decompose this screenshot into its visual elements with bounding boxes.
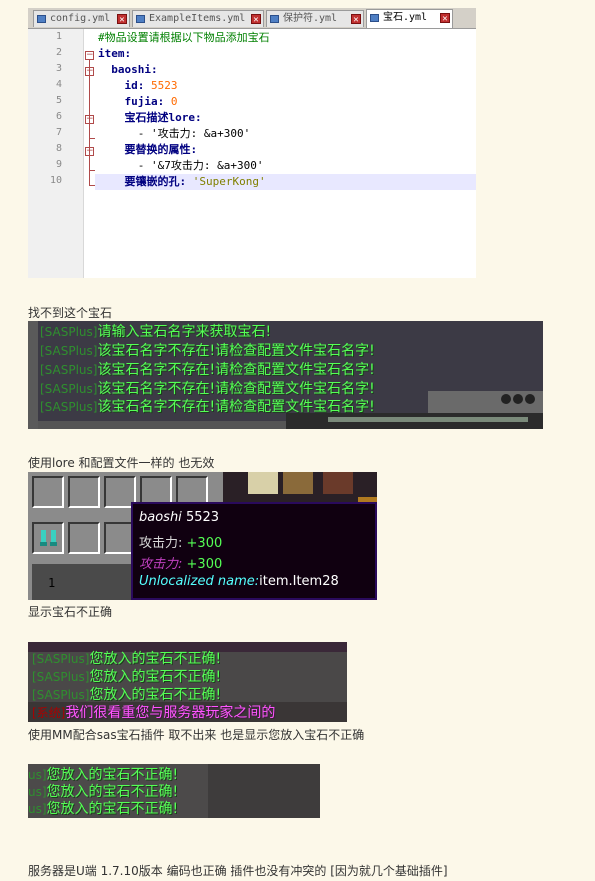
code-line: - '攻击力: &a+300': [98, 126, 250, 142]
line-number: 7: [55, 127, 62, 138]
tooltip-unlocalized: Unlocalized name:item.Item28: [139, 574, 339, 589]
chat-screenshot-2: [SASPlus]您放入的宝石不正确! [SASPlus]您放入的宝石不正确! …: [28, 642, 347, 722]
hotbar-slot-number: 1: [48, 576, 56, 590]
tab-exampleitems-yml[interactable]: ExampleItems.yml ✕: [132, 10, 264, 27]
caption-lore-invalid: 使用lore 和配置文件一样的 也无效: [28, 456, 215, 470]
close-icon[interactable]: ✕: [351, 14, 361, 25]
line-number: 3: [55, 63, 62, 74]
tab-protection-yml[interactable]: 保护符.yml ✕: [266, 10, 364, 27]
code-token: #物品设置请根据以下物品添加宝石: [98, 31, 270, 44]
file-icon: [270, 15, 279, 23]
chat-line-system: [系统]我们很看重您与服务器玩家之间的: [32, 705, 276, 721]
code-line: baoshi:: [98, 62, 158, 78]
chat-line: [SASPlus]该宝石名字不存在!请检查配置文件宝石名字!: [40, 343, 375, 359]
line-number: 5: [55, 95, 62, 106]
editor-tab-bar: config.yml ✕ ExampleItems.yml ✕ 保护符.yml …: [28, 8, 476, 29]
code-token: - '攻击力: &a+300': [137, 127, 251, 140]
code-line: item:: [98, 46, 131, 62]
chat-line: [SASPlus]您放入的宝石不正确!: [32, 651, 222, 667]
code-token: baoshi:: [111, 63, 158, 76]
tab-label: 保护符.yml: [283, 13, 338, 24]
close-icon[interactable]: ✕: [440, 13, 450, 24]
caption-gem-not-found: 找不到这个宝石: [28, 306, 113, 320]
chat-line: [SASPlus]您放入的宝石不正确!: [32, 669, 222, 685]
line-number: 2: [55, 47, 62, 58]
code-token: 'SuperKong': [192, 175, 266, 188]
fold-end-mark: [89, 170, 95, 171]
chat-line: [SASPlus]该宝石名字不存在!请检查配置文件宝石名字!: [40, 362, 375, 378]
code-token: - '&7攻击力: &a+300': [137, 159, 264, 172]
tab-gem-yml[interactable]: 宝石.yml ✕: [366, 9, 453, 28]
tab-config-yml[interactable]: config.yml ✕: [33, 10, 130, 27]
fold-end-mark: [89, 138, 95, 139]
inventory-screenshot: 1 baoshi 5523 攻击力: +300 攻击力: +300 Unloca…: [28, 472, 377, 600]
chat-line: [SASPlus]请输入宝石名字来获取宝石!: [40, 324, 272, 340]
code-line: fujia: 0: [98, 94, 178, 110]
chat-screenshot-1: [SASPlus]请输入宝石名字来获取宝石! [SASPlus]该宝石名字不存在…: [28, 321, 543, 429]
close-icon[interactable]: ✕: [117, 14, 127, 25]
line-number: 8: [55, 143, 62, 154]
fold-end-mark: [89, 185, 95, 186]
code-token: 要替换的属性:: [124, 143, 198, 156]
inventory-slot[interactable]: [32, 522, 64, 554]
line-number: 6: [55, 111, 62, 122]
inventory-slot[interactable]: [68, 476, 100, 508]
code-line: 要替换的属性:: [98, 142, 198, 158]
chat-line: [SASPlus]您放入的宝石不正确!: [32, 687, 222, 703]
chat-line: us]您放入的宝石不正确!: [28, 801, 179, 817]
fold-line: [89, 60, 90, 185]
tab-label: config.yml: [50, 13, 111, 24]
line-number: 10: [49, 175, 62, 186]
close-icon[interactable]: ✕: [251, 14, 261, 25]
code-line: id: 5523: [98, 78, 178, 94]
chat-line: us]您放入的宝石不正确!: [28, 767, 179, 783]
tab-label: 宝石.yml: [383, 12, 428, 23]
code-line: - '&7攻击力: &a+300': [98, 158, 264, 174]
code-token: 要镶嵌的孔:: [124, 175, 193, 188]
line-number: 1: [55, 31, 62, 42]
yaml-editor-screenshot: config.yml ✕ ExampleItems.yml ✕ 保护符.yml …: [28, 8, 476, 278]
chat-line: us]您放入的宝石不正确!: [28, 784, 179, 800]
tooltip-title: baoshi 5523: [139, 510, 220, 525]
line-number: 9: [55, 159, 62, 170]
code-token: 宝石描述lore:: [124, 111, 202, 124]
chat-line: [SASPlus]该宝石名字不存在!请检查配置文件宝石名字!: [40, 381, 375, 397]
chat-screenshot-3: us]您放入的宝石不正确! us]您放入的宝石不正确! us]您放入的宝石不正确…: [28, 764, 320, 818]
file-icon: [370, 14, 379, 22]
inventory-slot[interactable]: [68, 522, 100, 554]
caption-mm-sas: 使用MM配合sas宝石插件 取不出来 也是显示您放入宝石不正确: [28, 728, 365, 742]
code-token: id:: [124, 79, 151, 92]
file-icon: [136, 15, 145, 23]
code-token: 0: [170, 95, 178, 108]
line-number: 4: [55, 79, 62, 90]
item-tooltip: baoshi 5523 攻击力: +300 攻击力: +300 Unlocali…: [131, 502, 377, 600]
caption-gem-display-wrong: 显示宝石不正确: [28, 605, 113, 619]
code-line: #物品设置请根据以下物品添加宝石: [98, 30, 270, 46]
code-token: item:: [98, 47, 132, 60]
file-icon: [37, 15, 46, 23]
code-line: 宝石描述lore:: [98, 110, 202, 126]
chat-line: [SASPlus]该宝石名字不存在!请检查配置文件宝石名字!: [40, 399, 375, 415]
code-token: 5523: [151, 79, 178, 92]
code-token: fujia:: [124, 95, 171, 108]
inventory-slot[interactable]: [32, 476, 64, 508]
fold-minus-icon[interactable]: −: [85, 51, 94, 60]
caption-server-info: 服务器是U端 1.7.10版本 编码也正确 插件也没有冲突的 [因为就几个基础插…: [28, 864, 448, 878]
code-line: 要镶嵌的孔: 'SuperKong': [98, 174, 266, 190]
tooltip-line: 攻击力: +300: [139, 536, 223, 551]
boots-icon: [40, 528, 58, 548]
tab-label: ExampleItems.yml: [149, 13, 246, 24]
tooltip-line: 攻击力: +300: [139, 557, 223, 572]
